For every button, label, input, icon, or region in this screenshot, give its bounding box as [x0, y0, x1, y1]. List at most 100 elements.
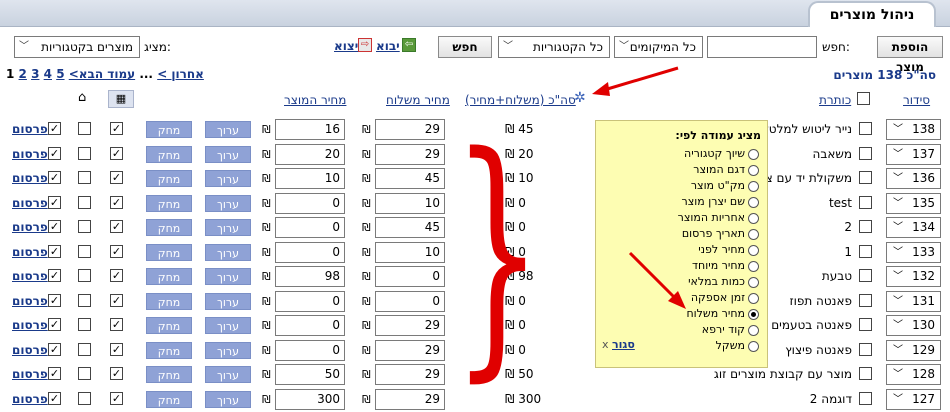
publish-link[interactable]: פרסום: [12, 122, 48, 136]
popup-option[interactable]: קוד ירפא: [602, 322, 761, 338]
delete-button[interactable]: מחק: [146, 268, 192, 285]
row-home-checkbox[interactable]: [78, 171, 91, 184]
add-product-button[interactable]: הוספת מוצר: [877, 36, 943, 74]
publish-checkbox[interactable]: ✓: [48, 220, 61, 233]
radio-button[interactable]: [748, 212, 759, 224]
popup-option[interactable]: שם יצרן מוצר: [602, 194, 761, 210]
row-flag-checkbox[interactable]: ✓: [110, 171, 123, 184]
home-icon[interactable]: ⌂: [78, 90, 86, 105]
close-icon[interactable]: x: [602, 338, 609, 351]
order-select[interactable]: 128 ﹀: [886, 364, 941, 385]
order-select[interactable]: 138 ﹀: [886, 119, 941, 140]
locations-select[interactable]: כל המיקומים ﹀: [614, 36, 703, 58]
row-checkbox[interactable]: [859, 195, 872, 209]
shipping-column-header[interactable]: מחיר משלוח: [386, 93, 450, 107]
publish-link[interactable]: פרסום: [12, 196, 48, 210]
row-flag-checkbox[interactable]: ✓: [110, 195, 123, 209]
row-checkbox[interactable]: [859, 318, 872, 331]
search-button[interactable]: חפש: [438, 36, 492, 58]
row-flag-checkbox[interactable]: ✓: [110, 342, 123, 356]
select-all-checkbox[interactable]: [857, 92, 870, 105]
row-checkbox[interactable]: [859, 220, 872, 233]
radio-button[interactable]: [748, 276, 759, 288]
row-home-checkbox[interactable]: [78, 342, 91, 356]
row-home-checkbox[interactable]: [78, 146, 91, 160]
row-home-checkbox[interactable]: [78, 244, 91, 258]
row-flag-checkbox[interactable]: ✓: [110, 293, 123, 307]
edit-button[interactable]: ערוך: [205, 268, 251, 285]
publish-link[interactable]: פרסום: [12, 318, 48, 332]
row-flag-checkbox[interactable]: ✓: [110, 318, 123, 331]
radio-button[interactable]: [748, 164, 759, 176]
edit-button[interactable]: ערוך: [205, 170, 251, 187]
row-checkbox[interactable]: [859, 293, 872, 307]
popup-close-link[interactable]: סגור: [612, 338, 635, 351]
popup-option[interactable]: שיוך קטגוריה: [602, 146, 761, 162]
publish-link[interactable]: פרסום: [12, 220, 48, 234]
page-next-link[interactable]: עמוד הבא>: [69, 67, 135, 81]
publish-link[interactable]: פרסום: [12, 147, 48, 161]
delete-button[interactable]: מחק: [146, 219, 192, 236]
row-checkbox[interactable]: [859, 342, 872, 356]
price-input[interactable]: 0: [275, 315, 345, 336]
publish-link[interactable]: פרסום: [12, 392, 48, 406]
publish-link[interactable]: פרסום: [12, 294, 48, 308]
shipping-input[interactable]: 29: [375, 339, 445, 361]
row-home-checkbox[interactable]: [78, 318, 91, 331]
row-flag-checkbox[interactable]: ✓: [110, 220, 123, 233]
publish-link[interactable]: פרסום: [12, 245, 48, 259]
shipping-input[interactable]: 10: [375, 241, 445, 263]
radio-button[interactable]: [748, 228, 759, 240]
radio-button[interactable]: [748, 244, 759, 256]
price-input[interactable]: 16: [275, 119, 345, 140]
shipping-input[interactable]: 0: [375, 266, 445, 287]
shipping-input[interactable]: 29: [375, 315, 445, 336]
export-link[interactable]: יצוא: [334, 39, 358, 53]
columns-toggle-icon[interactable]: ▦: [108, 90, 134, 108]
radio-button[interactable]: [748, 260, 759, 272]
shipping-input[interactable]: 45: [375, 217, 445, 238]
row-flag-checkbox[interactable]: ✓: [110, 269, 123, 282]
delete-button[interactable]: מחק: [146, 170, 192, 187]
row-flag-checkbox[interactable]: ✓: [110, 244, 123, 258]
edit-button[interactable]: ערוך: [205, 243, 251, 261]
row-home-checkbox[interactable]: [78, 293, 91, 307]
search-input[interactable]: [707, 36, 817, 58]
publish-checkbox[interactable]: ✓: [48, 367, 61, 380]
row-home-checkbox[interactable]: [78, 195, 91, 209]
delete-button[interactable]: מחק: [146, 317, 192, 334]
row-checkbox[interactable]: [859, 171, 872, 184]
delete-button[interactable]: מחק: [146, 194, 192, 212]
publish-checkbox[interactable]: ✓: [48, 269, 61, 282]
price-input[interactable]: 0: [275, 241, 345, 263]
publish-link[interactable]: פרסום: [12, 269, 48, 283]
delete-button[interactable]: מחק: [146, 243, 192, 261]
shipping-input[interactable]: 29: [375, 119, 445, 140]
popup-option[interactable]: דגם המוצר: [602, 162, 761, 178]
delete-button[interactable]: מחק: [146, 341, 192, 359]
order-select[interactable]: 127 ﹀: [886, 388, 941, 410]
publish-checkbox[interactable]: ✓: [48, 293, 61, 307]
shipping-input[interactable]: 10: [375, 192, 445, 214]
order-select[interactable]: 132 ﹀: [886, 266, 941, 287]
delete-button[interactable]: מחק: [146, 145, 192, 163]
edit-button[interactable]: ערוך: [205, 317, 251, 334]
publish-link[interactable]: פרסום: [12, 367, 48, 381]
order-select[interactable]: 129 ﹀: [886, 339, 941, 361]
row-checkbox[interactable]: [859, 367, 872, 380]
import-link[interactable]: יבוא: [376, 39, 400, 53]
edit-button[interactable]: ערוך: [205, 292, 251, 310]
import-icon[interactable]: ⇦: [402, 38, 416, 52]
publish-checkbox[interactable]: ✓: [48, 391, 61, 405]
publish-checkbox[interactable]: ✓: [48, 318, 61, 331]
publish-checkbox[interactable]: ✓: [48, 195, 61, 209]
row-checkbox[interactable]: [859, 244, 872, 258]
row-home-checkbox[interactable]: [78, 269, 91, 282]
price-input[interactable]: 50: [275, 364, 345, 385]
shipping-input[interactable]: 0: [375, 290, 445, 312]
order-select[interactable]: 136 ﹀: [886, 168, 941, 189]
order-column-header[interactable]: סידור: [903, 93, 930, 107]
order-select[interactable]: 137 ﹀: [886, 143, 941, 165]
order-select[interactable]: 130 ﹀: [886, 315, 941, 336]
categories-select[interactable]: כל הקטגוריות ﹀: [498, 36, 610, 58]
